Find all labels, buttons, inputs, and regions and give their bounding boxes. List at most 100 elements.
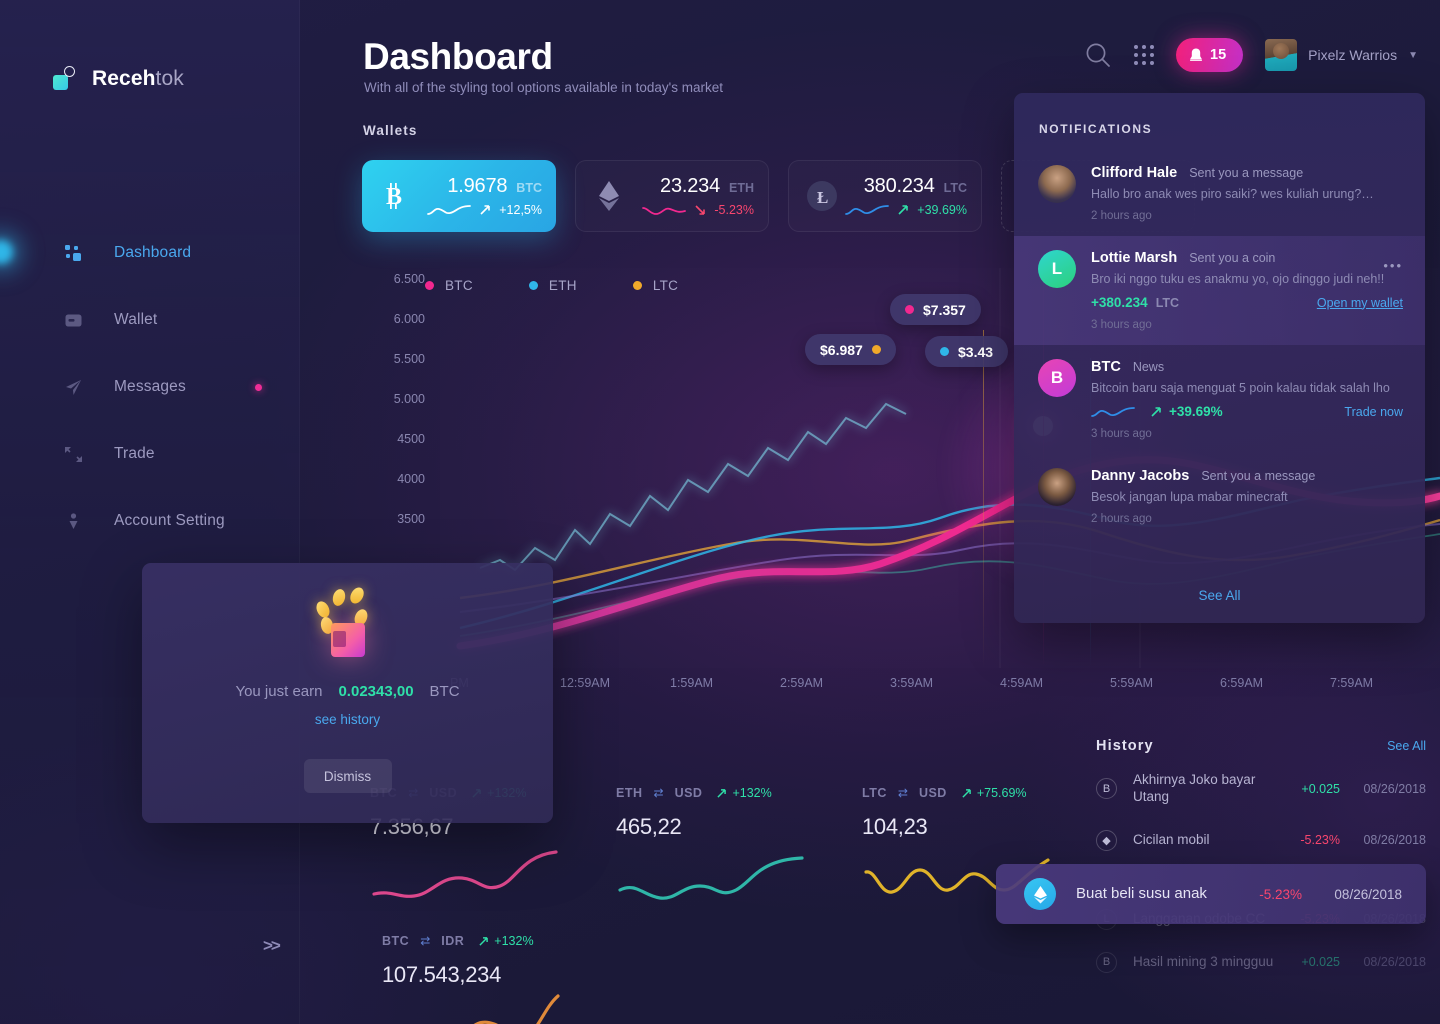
notification-item[interactable]: Danny Jacobs Sent you a message Besok ja…: [1014, 454, 1425, 539]
chart-tooltip-eth: $3.43: [925, 336, 1009, 367]
brand-name-bold: Receh: [92, 67, 156, 90]
header-actions: 15 Pixelz Warrios ▼: [1084, 38, 1418, 72]
notification-more-icon[interactable]: •••: [1383, 258, 1403, 273]
tooltip-value: $7.357: [923, 301, 966, 318]
pair-card-btc-idr[interactable]: BTC ⇄ IDR +132% 107.543,234: [382, 934, 612, 1024]
notification-time: 3 hours ago: [1091, 428, 1152, 440]
history-row[interactable]: ◆ Cicilan mobil -5.23% 08/26/2018: [1096, 829, 1426, 851]
sparkline-icon: [427, 204, 472, 215]
pair-sparkline: [370, 846, 600, 913]
notification-item[interactable]: B BTC News Bitcoin baru saja menguat 5 p…: [1014, 345, 1425, 454]
history-date: 08/26/2018: [1363, 955, 1426, 970]
wallets-section-label: Wallets: [363, 123, 418, 138]
pair-sparkline: [382, 994, 612, 1024]
open-my-wallet-link[interactable]: Open my wallet: [1317, 296, 1403, 310]
arrow-up-icon: [1151, 406, 1161, 417]
notification-action: Sent you a message: [1201, 469, 1316, 483]
arrow-down-icon: [695, 205, 706, 215]
avatar-letter: B: [1050, 368, 1064, 387]
history-row-highlighted[interactable]: Buat beli susu anak -5.23% 08/26/2018: [996, 864, 1426, 924]
sidebar-item-account-setting[interactable]: Account Setting: [0, 496, 300, 546]
grid-apps-icon[interactable]: [1134, 45, 1155, 65]
account-icon: [60, 512, 86, 530]
wallet-icon: [60, 312, 86, 329]
ethereum-icon: [590, 180, 628, 212]
chart-crosshair-ltc: [983, 330, 984, 668]
wallet-card-body: 380.234 LTC +39.69%: [841, 175, 967, 217]
see-all-link[interactable]: See All: [1198, 588, 1240, 603]
sidebar-item-wallet[interactable]: Wallet: [0, 295, 300, 345]
y-tick: 4000: [397, 472, 425, 486]
chart-x-axis: PM 12:59AM 1:59AM 2:59AM 3:59AM 4:59AM 5…: [450, 676, 1440, 690]
history-amount: +0.025: [1301, 955, 1340, 970]
x-tick: 4:59AM: [1000, 676, 1044, 690]
chevron-down-icon[interactable]: ▼: [1408, 50, 1418, 61]
wallet-change: +12,5%: [499, 203, 542, 217]
notification-name: Danny Jacobs: [1091, 468, 1190, 484]
user-menu[interactable]: Pixelz Warrios ▼: [1265, 39, 1418, 71]
notifications-list: Clifford Hale Sent you a message Hallo b…: [1014, 151, 1425, 539]
x-tick: 2:59AM: [780, 676, 824, 690]
wallet-amount: 23.234: [660, 175, 720, 197]
sidebar-collapse-button[interactable]: >>: [263, 936, 281, 956]
earn-amount: 0.02343,00: [338, 683, 414, 700]
x-tick: 6:59AM: [1220, 676, 1264, 690]
sidebar-item-label: Wallet: [114, 311, 158, 328]
y-tick: 3500: [397, 512, 425, 526]
sidebar-item-messages[interactable]: Messages: [0, 362, 300, 412]
wallet-card-btc[interactable]: B 1.9678 BTC +12,5%: [362, 160, 556, 232]
notification-item[interactable]: Clifford Hale Sent you a message Hallo b…: [1014, 151, 1425, 236]
trade-now-link[interactable]: Trade now: [1344, 405, 1403, 419]
see-history-link[interactable]: see history: [315, 712, 380, 727]
ethereum-icon: ◆: [1096, 829, 1117, 851]
sidebar-item-dashboard[interactable]: Dashboard: [0, 228, 300, 278]
wallet-card-ltc[interactable]: Ł 380.234 LTC +39.69%: [788, 160, 982, 232]
pair-change: +75.69%: [962, 786, 1027, 800]
gift-box-icon: [303, 583, 393, 663]
notifications-badge-button[interactable]: 15: [1176, 38, 1244, 72]
notification-time: 2 hours ago: [1091, 210, 1152, 222]
history-header: History See All: [1096, 738, 1426, 754]
notification-message: Bitcoin baru saja menguat 5 poin kalau t…: [1091, 381, 1390, 395]
dismiss-button[interactable]: Dismiss: [303, 759, 392, 793]
pair-value: 465,22: [616, 814, 682, 839]
history-row[interactable]: B Hasil mining 3 mingguu +0.025 08/26/20…: [1096, 951, 1426, 973]
search-icon[interactable]: [1084, 41, 1112, 69]
sidebar-item-trade[interactable]: Trade: [0, 429, 300, 479]
sparkline-icon: [1091, 406, 1135, 417]
notification-item[interactable]: L Lottie Marsh Sent you a coin Bro iki n…: [1014, 236, 1425, 345]
send-icon: [60, 379, 86, 396]
notification-action: Sent you a coin: [1189, 251, 1276, 265]
bitcoin-icon: B: [376, 182, 414, 210]
y-tick: 6.500: [393, 272, 425, 286]
notifications-title: NOTIFICATIONS: [1039, 122, 1153, 136]
arrow-up-icon: [898, 205, 909, 215]
history-date: 08/26/2018: [1334, 886, 1402, 902]
pair-card-eth-usd[interactable]: ETH ⇄ USD +132% 465,22: [616, 786, 846, 913]
earn-summary: You just earn 0.02343,00 BTC: [235, 683, 459, 700]
brand-logo[interactable]: Recehtok: [52, 66, 184, 92]
avatar: [1265, 39, 1298, 71]
x-tick: 1:59AM: [670, 676, 714, 690]
wallet-symbol: BTC: [516, 181, 542, 195]
history-panel: History See All B Akhirnya Joko bayar Ut…: [996, 738, 1426, 973]
arrow-up-icon: [479, 936, 489, 946]
wallet-card-eth[interactable]: 23.234 ETH -5.23%: [575, 160, 769, 232]
dashboard-icon: [60, 244, 86, 262]
page-subtitle: With all of the styling tool options ava…: [364, 80, 724, 95]
tooltip-value: $6.987: [820, 341, 863, 358]
history-see-all-link[interactable]: See All: [1387, 739, 1426, 753]
bell-icon: [1190, 48, 1203, 61]
history-amount: -5.23%: [1300, 833, 1340, 848]
pair-base: ETH: [616, 786, 643, 800]
pair-value: 104,23: [862, 814, 928, 839]
history-row[interactable]: B Akhirnya Joko bayar Utang +0.025 08/26…: [1096, 772, 1426, 806]
pair-quote: IDR: [441, 934, 465, 948]
x-tick: 3:59AM: [890, 676, 934, 690]
y-tick: 5.500: [393, 352, 425, 366]
notification-time: 3 hours ago: [1091, 319, 1152, 331]
swap-icon: ⇄: [897, 786, 908, 800]
wallet-amount: 380.234: [863, 175, 935, 197]
sidebar-nav: Dashboard Wallet Messages Trade Account …: [0, 228, 300, 563]
notification-name: Lottie Marsh: [1091, 250, 1178, 266]
